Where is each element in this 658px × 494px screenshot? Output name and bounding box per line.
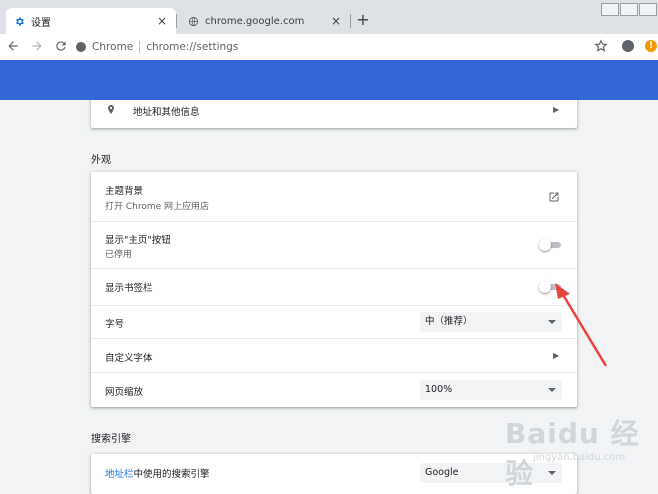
- dropdown-arrow-icon: [548, 388, 556, 392]
- settings-row-theme[interactable]: 主题背景 打开 Chrome 网上应用店: [91, 172, 577, 221]
- home-button-toggle[interactable]: [539, 239, 561, 251]
- header-cover: [0, 60, 658, 100]
- close-tab-icon[interactable]: ×: [330, 15, 342, 27]
- page-zoom-select[interactable]: 100%: [420, 380, 562, 400]
- settings-row-bookmarks-bar[interactable]: 显示书签栏: [91, 268, 577, 305]
- row-label: 字号: [105, 319, 125, 330]
- omnibox-divider: [139, 41, 141, 53]
- site-label: Chrome: [92, 41, 134, 53]
- chrome-site-icon: [76, 42, 86, 52]
- url-text: chrome://settings: [146, 41, 239, 53]
- browser-toolbar: Chrome chrome://settings !: [0, 34, 658, 60]
- star-icon[interactable]: [594, 39, 608, 53]
- window-controls: [600, 3, 657, 16]
- address-bar-link[interactable]: 地址栏: [105, 469, 134, 480]
- settings-row-custom-fonts[interactable]: 自定义字体 ▶: [91, 338, 577, 372]
- forward-icon[interactable]: [30, 39, 44, 53]
- bookmarks-bar-toggle[interactable]: [539, 281, 561, 293]
- tab-divider: [176, 14, 177, 28]
- tab-settings[interactable]: 设置 ×: [6, 8, 176, 34]
- settings-row-font-size: 字号 中（推荐）: [91, 305, 577, 338]
- row-label: 显示书签栏: [105, 283, 153, 294]
- maximize-button[interactable]: [620, 3, 638, 16]
- location-pin-icon: [108, 105, 114, 114]
- open-in-new-icon[interactable]: [548, 191, 560, 203]
- back-icon[interactable]: [6, 39, 20, 53]
- profile-avatar-icon[interactable]: [622, 40, 634, 52]
- font-size-select[interactable]: 中（推荐）: [420, 312, 562, 332]
- appearance-card: 主题背景 打开 Chrome 网上应用店 显示"主页"按钮 已停用 显示书签栏 …: [91, 172, 577, 407]
- row-label: 自定义字体: [105, 353, 153, 364]
- baidu-watermark: Baidu 经验 jingyan.baidu.com: [505, 412, 655, 490]
- tab-title: chrome.google.com: [205, 15, 305, 27]
- minimize-button[interactable]: [601, 3, 619, 16]
- settings-row-home-button[interactable]: 显示"主页"按钮 已停用: [91, 221, 577, 268]
- row-sublabel: 已停用: [105, 250, 133, 260]
- tab-chrome-store[interactable]: chrome.google.com ×: [180, 8, 350, 34]
- select-value: Google: [425, 467, 459, 478]
- row-label: 主题背景: [105, 186, 144, 197]
- close-tab-icon[interactable]: ×: [156, 15, 168, 27]
- row-label: 显示"主页"按钮: [105, 235, 171, 246]
- gear-icon: [16, 16, 24, 26]
- reload-icon[interactable]: [54, 39, 68, 53]
- close-window-button[interactable]: [639, 3, 657, 16]
- dropdown-arrow-icon: [548, 320, 556, 324]
- section-title-appearance: 外观: [91, 155, 111, 166]
- row-label-rest: 中使用的搜索引擎: [133, 469, 210, 480]
- chevron-right-icon: ▶: [553, 351, 560, 360]
- alert-icon[interactable]: !: [645, 40, 657, 52]
- section-title-search-engine: 搜索引擎: [91, 434, 131, 445]
- new-tab-button[interactable]: +: [355, 12, 371, 28]
- select-value: 100%: [425, 384, 453, 395]
- tab-strip: 设置 × chrome.google.com × +: [0, 0, 658, 34]
- row-sublabel: 打开 Chrome 网上应用店: [105, 202, 210, 212]
- tab-title: 设置: [31, 17, 51, 29]
- row-label: 地址栏中使用的搜索引擎: [105, 466, 210, 480]
- tab-divider: [350, 14, 351, 28]
- globe-icon: [188, 16, 199, 26]
- chevron-right-icon: ▶: [553, 105, 560, 114]
- address-bar[interactable]: Chrome chrome://settings: [76, 36, 616, 58]
- settings-row-page-zoom: 网页缩放 100%: [91, 372, 577, 407]
- select-value: 中（推荐）: [425, 316, 473, 327]
- watermark-sub: jingyan.baidu.com: [533, 452, 626, 463]
- row-label: 地址和其他信息: [133, 107, 200, 118]
- row-label: 网页缩放: [105, 387, 144, 398]
